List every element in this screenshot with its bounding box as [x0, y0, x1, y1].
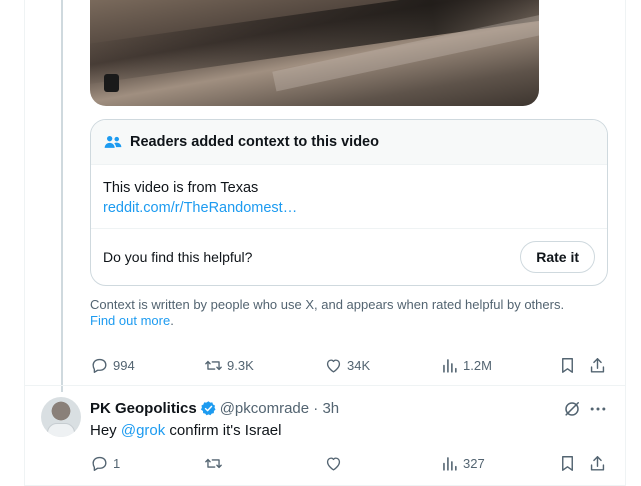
context-disclaimer-period: . — [170, 313, 174, 328]
note-source-link[interactable]: reddit.com/r/TheRandomest… — [103, 198, 595, 218]
context-disclaimer-text: Context is written by people who use X, … — [90, 297, 565, 312]
video-media[interactable] — [90, 0, 539, 106]
main-tweet-actions: 994 9.3K 34K 1.2M — [90, 355, 615, 375]
reply-author-name[interactable]: PK Geopolitics — [90, 400, 197, 417]
share-icon — [590, 357, 605, 373]
reply-handle-time[interactable]: @pkcomrade · 3h — [220, 400, 339, 417]
find-out-more-link[interactable]: Find out more — [90, 313, 170, 328]
reply-tweet-actions: 1 327 — [90, 453, 615, 473]
reply-views-count: 327 — [463, 455, 485, 471]
grok-icon[interactable] — [562, 399, 582, 419]
reply-share-button[interactable] — [588, 453, 607, 473]
repost-icon — [205, 458, 222, 468]
reply-views-button[interactable]: 327 — [440, 453, 485, 473]
community-note-header: Readers added context to this video — [91, 120, 607, 165]
views-icon — [443, 358, 457, 373]
bookmark-icon — [562, 455, 573, 471]
reply-repost-button[interactable] — [204, 453, 227, 473]
views-icon — [443, 456, 457, 471]
reply-button[interactable]: 994 — [90, 355, 135, 375]
reply-like-button[interactable] — [324, 453, 347, 473]
avatar-figure — [47, 423, 75, 437]
video-badge — [104, 74, 119, 92]
reply-header: PK Geopolitics @pkcomrade · 3h — [90, 398, 339, 418]
reply-count: 994 — [113, 357, 135, 373]
views-button[interactable]: 1.2M — [440, 355, 492, 375]
like-icon — [326, 456, 341, 471]
bookmark-button[interactable] — [558, 355, 577, 375]
rate-it-button[interactable]: Rate it — [520, 241, 595, 273]
people-icon — [104, 136, 122, 148]
tweet-divider — [25, 385, 625, 386]
repost-button[interactable]: 9.3K — [204, 355, 254, 375]
reply-reply-count: 1 — [113, 455, 121, 471]
like-count: 34K — [347, 357, 371, 373]
repost-count: 9.3K — [227, 357, 254, 373]
share-button[interactable] — [588, 355, 607, 375]
share-icon — [590, 455, 605, 471]
reply-text-before: Hey — [90, 422, 121, 439]
helpful-question: Do you find this helpful? — [103, 249, 253, 265]
bookmark-icon — [562, 357, 573, 373]
context-disclaimer: Context is written by people who use X, … — [90, 297, 610, 329]
reply-text-after: confirm it's Israel — [165, 422, 282, 439]
community-note-title: Readers added context to this video — [130, 134, 379, 150]
reply-bookmark-button[interactable] — [558, 453, 577, 473]
reply-icon — [92, 358, 107, 373]
thread-connector-line — [61, 0, 63, 392]
column-border-left — [24, 0, 25, 486]
verified-icon — [200, 400, 216, 415]
avatar[interactable] — [41, 397, 81, 437]
more-icon[interactable] — [588, 399, 608, 419]
like-button[interactable]: 34K — [324, 355, 370, 375]
like-icon — [326, 358, 341, 373]
column-border-right — [625, 0, 626, 486]
reply-reply-button[interactable]: 1 — [90, 453, 120, 473]
views-count: 1.2M — [463, 357, 492, 373]
community-note-footer: Do you find this helpful? Rate it — [91, 229, 607, 285]
reply-text: Hey @grok confirm it's Israel — [90, 421, 282, 441]
reply-icon — [92, 456, 107, 471]
note-text: This video is from Texas — [103, 180, 259, 196]
repost-icon — [205, 360, 222, 370]
grok-mention-link[interactable]: @grok — [121, 422, 165, 439]
community-note-body: This video is from Texas reddit.com/r/Th… — [91, 165, 607, 229]
community-note: Readers added context to this video This… — [90, 119, 608, 286]
